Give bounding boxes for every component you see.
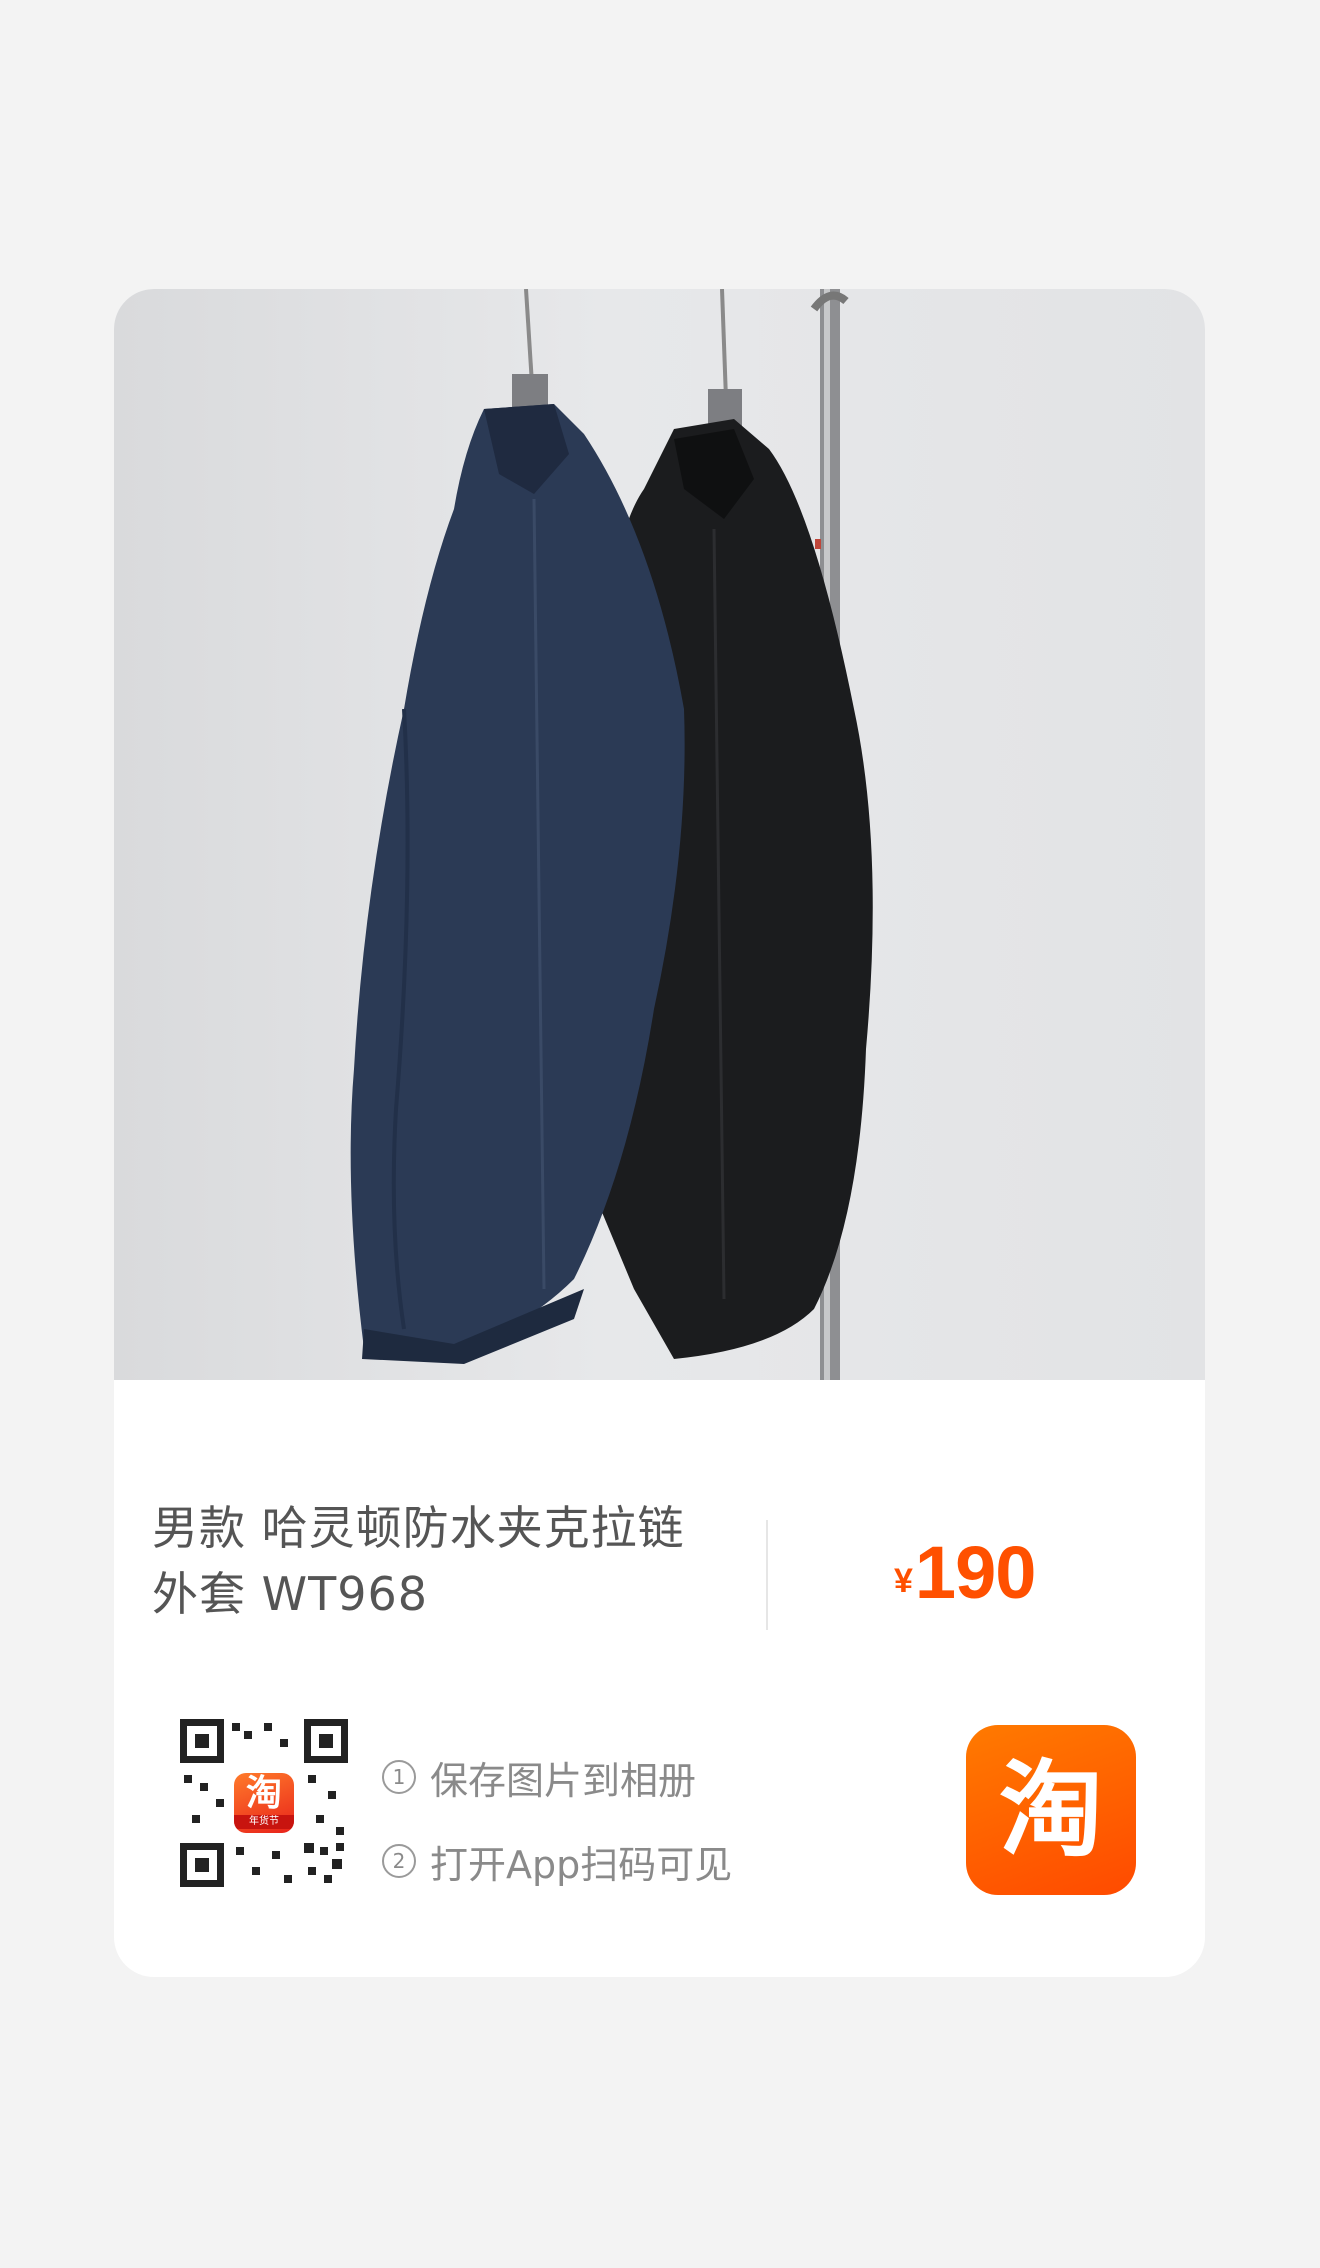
step-save-image: 1 保存图片到相册 [382, 1735, 732, 1819]
step-text: 打开App扫码可见 [430, 1842, 733, 1887]
product-price: ¥190 [894, 1530, 1036, 1615]
price-value: 190 [914, 1531, 1036, 1614]
product-share-card: 男款 哈灵顿防水夹克拉链 外套 WT968 ¥190 淘 年货节 1 保存图片到… [114, 289, 1205, 1977]
scan-instructions: 1 保存图片到相册 2 打开App扫码可见 [382, 1735, 732, 1903]
taobao-app-icon[interactable]: 淘 [966, 1725, 1136, 1895]
step-number-icon: 1 [382, 1760, 416, 1794]
qr-taobao-logo: 淘 年货节 [234, 1773, 294, 1833]
qr-logo-tag: 年货节 [234, 1815, 294, 1829]
product-image[interactable] [114, 289, 1205, 1380]
jackets-photo [350, 289, 873, 1380]
product-title[interactable]: 男款 哈灵顿防水夹克拉链 外套 WT968 [152, 1495, 732, 1627]
qr-code[interactable]: 淘 年货节 [180, 1719, 348, 1887]
step-number-icon: 2 [382, 1844, 416, 1878]
divider [766, 1520, 768, 1630]
product-info: 男款 哈灵顿防水夹克拉链 外套 WT968 ¥190 淘 年货节 1 保存图片到… [114, 1380, 1205, 1977]
product-title-line1: 男款 哈灵顿防水夹克拉链 [152, 1501, 685, 1555]
product-title-line2: 外套 WT968 [152, 1567, 429, 1621]
step-open-app: 2 打开App扫码可见 [382, 1819, 732, 1903]
currency-symbol: ¥ [894, 1562, 913, 1600]
qr-logo-glyph: 淘 [245, 1773, 282, 1814]
step-text: 保存图片到相册 [430, 1758, 697, 1803]
